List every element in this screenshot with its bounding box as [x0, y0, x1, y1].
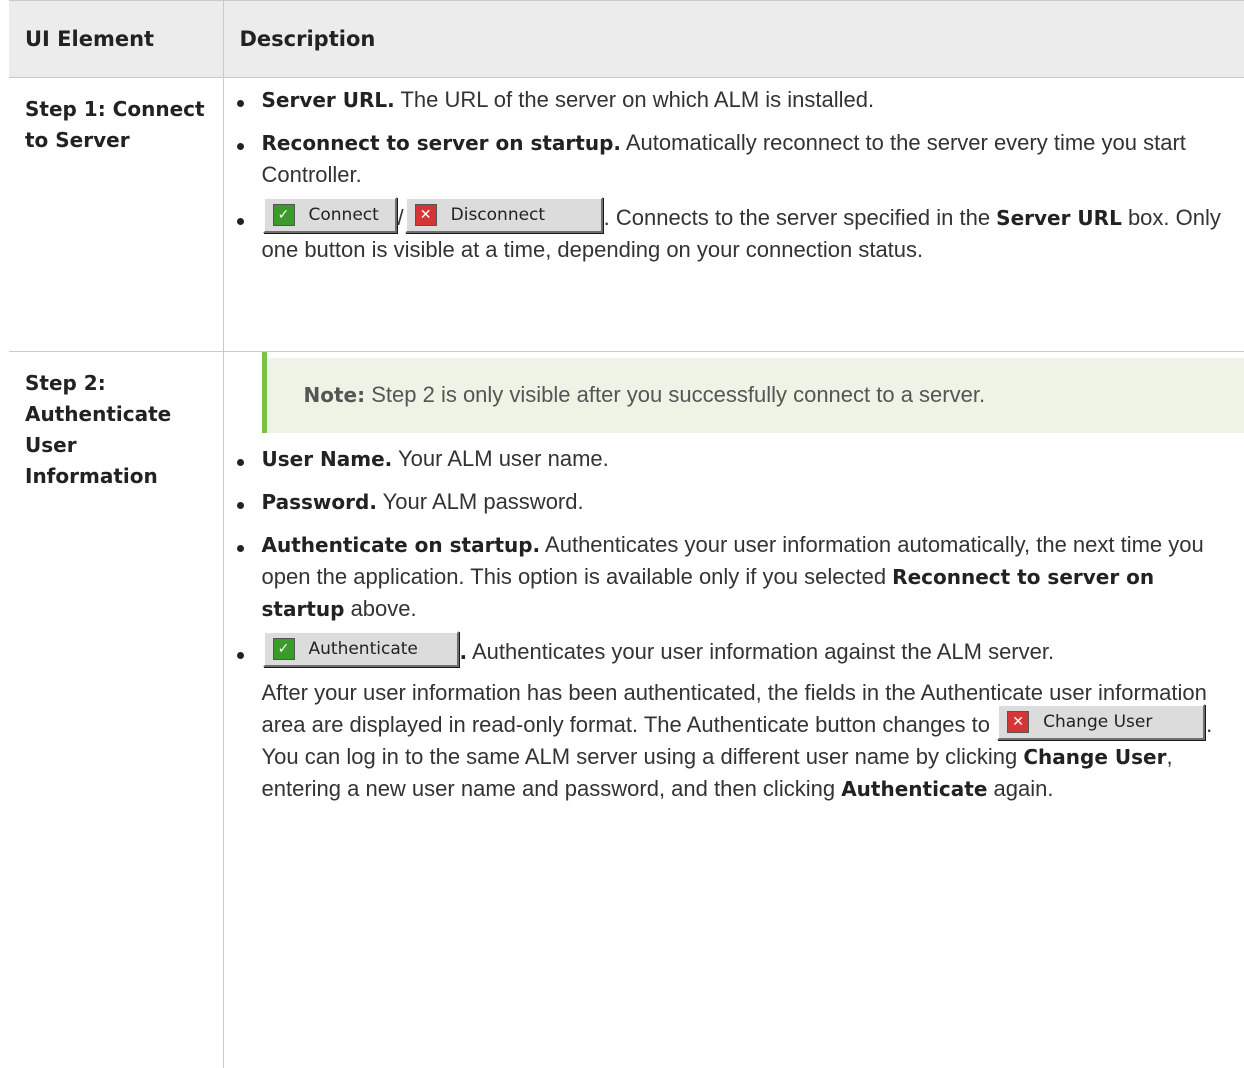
note-text: Step 2 is only visible after you success…: [365, 382, 985, 407]
step2-description: Note: Step 2 is only visible after you s…: [223, 352, 1244, 1068]
connect-text-a: . Connects to the server specified in th…: [604, 205, 997, 230]
authenticate-startup-label: Authenticate on startup.: [262, 533, 541, 557]
authenticate-text: Authenticates your user information agai…: [467, 639, 1054, 664]
step1-title: Step 1: Connect to Server: [9, 78, 223, 352]
authenticate-button-label: Authenticate: [309, 633, 418, 665]
list-item: Authenticate on startup. Authenticates y…: [224, 529, 1244, 625]
password-label: Password.: [262, 490, 377, 514]
server-url-label: Server URL.: [262, 88, 395, 112]
authenticate-button[interactable]: ✓ Authenticate: [263, 631, 459, 667]
reconnect-label: Reconnect to server on startup.: [262, 131, 621, 155]
ui-element-table: UI Element Description Step 1: Connect t…: [9, 0, 1244, 1068]
step1-bullet-list: Server URL. The URL of the server on whi…: [224, 84, 1244, 266]
step2-title: Step 2: Authenticate User Information: [9, 352, 223, 1068]
authenticate-followup: After your user information has been aut…: [224, 677, 1244, 805]
authenticate-dot: .: [460, 640, 468, 664]
step2-bullet-list: User Name. Your ALM user name. Password.…: [224, 443, 1244, 668]
check-icon: ✓: [273, 638, 295, 660]
close-icon: ✕: [415, 204, 437, 226]
close-icon: ✕: [1007, 711, 1029, 733]
server-url-ref: Server URL: [996, 206, 1122, 230]
list-item: User Name. Your ALM user name.: [224, 443, 1244, 475]
button-separator: /: [398, 205, 404, 230]
list-item: Reconnect to server on startup. Automati…: [224, 127, 1244, 191]
disconnect-button-label: Disconnect: [451, 199, 545, 231]
authenticate-ref: Authenticate: [841, 777, 987, 801]
server-url-text: The URL of the server on which ALM is in…: [395, 87, 874, 112]
table-header-row: UI Element Description: [9, 1, 1244, 78]
password-text: Your ALM password.: [377, 489, 584, 514]
header-ui-element: UI Element: [9, 1, 223, 78]
note-box: Note: Step 2 is only visible after you s…: [262, 358, 1244, 433]
list-item: Server URL. The URL of the server on whi…: [224, 84, 1244, 116]
table-row: Step 1: Connect to Server Server URL. Th…: [9, 78, 1244, 352]
list-item: Password. Your ALM password.: [224, 486, 1244, 518]
change-user-button-label: Change User: [1043, 706, 1152, 738]
header-description: Description: [223, 1, 1244, 78]
note-label: Note:: [304, 383, 366, 407]
check-icon: ✓: [273, 204, 295, 226]
table-row: Step 2: Authenticate User Information No…: [9, 352, 1244, 1068]
change-user-button[interactable]: ✕ Change User: [997, 704, 1205, 740]
connect-button-label: Connect: [309, 199, 379, 231]
followup-para2-a: You can log in to the same ALM server us…: [262, 744, 1024, 769]
change-user-ref: Change User: [1023, 745, 1166, 769]
followup-para2-c: again.: [987, 776, 1053, 801]
list-item: ✓ Connect / ✕ Disconnect . Connects to the se…: [224, 202, 1244, 266]
step1-description: Server URL. The URL of the server on whi…: [223, 78, 1244, 352]
followup-para1-end: .: [1206, 712, 1212, 737]
disconnect-button[interactable]: ✕ Disconnect: [405, 197, 603, 233]
connect-button[interactable]: ✓ Connect: [263, 197, 397, 233]
user-name-label: User Name.: [262, 447, 393, 471]
authenticate-startup-text-b: above.: [344, 596, 416, 621]
user-name-text: Your ALM user name.: [392, 446, 608, 471]
note-icon: [262, 352, 267, 366]
list-item: ✓ Authenticate. Authenticates your user i…: [224, 636, 1244, 668]
